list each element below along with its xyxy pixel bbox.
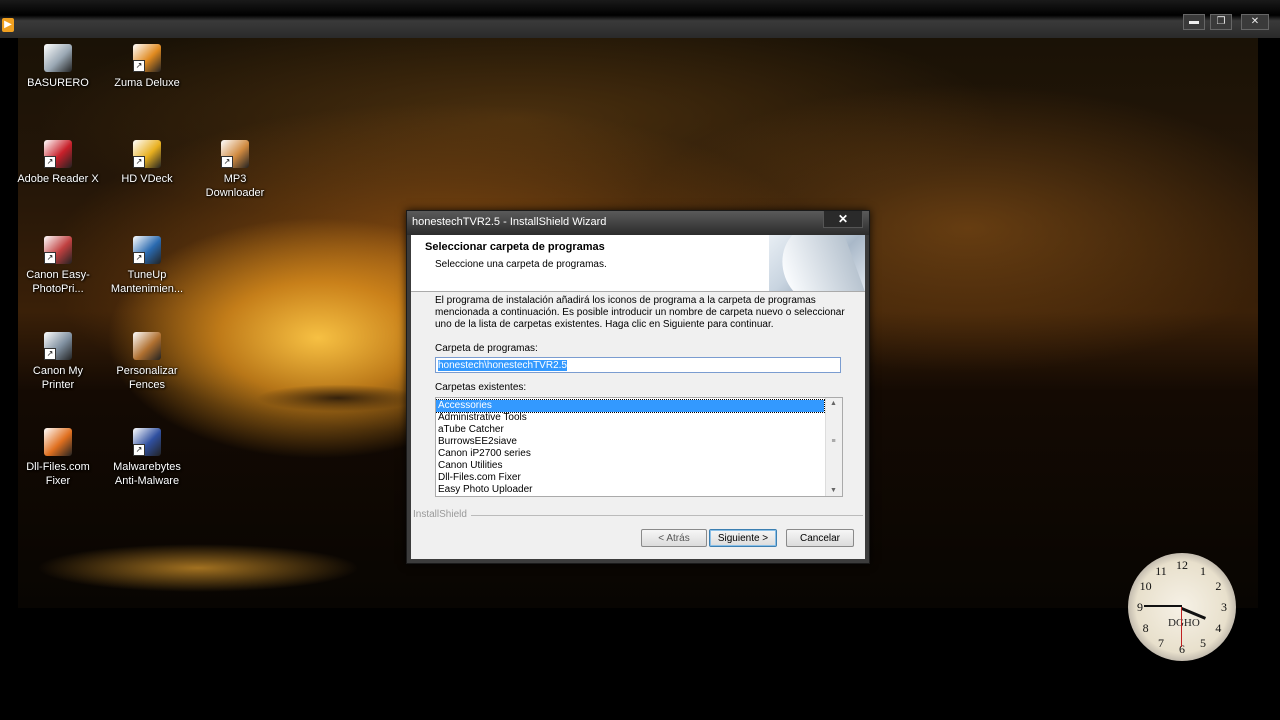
folders-scrollbar[interactable]: ▲ ≡ ▼ <box>825 398 842 496</box>
desktop-icon-label: Canon Easy-PhotoPri... <box>26 269 90 295</box>
wizard-title: honestechTVR2.5 - InstallShield Wizard <box>412 216 607 228</box>
folder-list-item[interactable]: Dll-Files.com Fixer <box>436 472 824 484</box>
wizard-header: Seleccionar carpeta de programas Selecci… <box>411 235 865 292</box>
clock-numeral: 3 <box>1221 600 1227 614</box>
dll-files-fixer-icon <box>44 428 72 456</box>
player-app-icon[interactable]: ▶ <box>2 18 14 32</box>
folder-list-item[interactable]: Canon Utilities <box>436 460 824 472</box>
folder-list-item[interactable]: Administrative Tools <box>436 412 824 424</box>
desktop-icon-canon-easy-photoprint[interactable]: ↗ Canon Easy-PhotoPri... <box>14 236 102 296</box>
program-folder-value: honestech\honestechTVR2.5 <box>438 360 567 371</box>
desktop-icon-canon-my-printer[interactable]: ↗ Canon My Printer <box>14 332 102 392</box>
folder-list-item[interactable]: Canon iP2700 series <box>436 448 824 460</box>
program-folder-input[interactable]: honestech\honestechTVR2.5 <box>435 357 841 373</box>
adobe-reader-icon: ↗ <box>44 140 72 168</box>
desktop-icon-label: MP3 Downloader <box>205 173 265 199</box>
malwarebytes-icon: ↗ <box>133 428 161 456</box>
clock-numeral: 6 <box>1179 642 1185 656</box>
fences-icon <box>133 332 161 360</box>
desktop-icon-label: TuneUp Mantenimien... <box>110 269 184 295</box>
clock-numeral: 1 <box>1200 563 1206 578</box>
wizard-step-title: Seleccionar carpeta de programas <box>425 241 605 253</box>
wizard-title-bar[interactable]: honestechTVR2.5 - InstallShield Wizard ✕ <box>407 211 869 235</box>
desktop-icon-label: Malwarebytes Anti-Malware <box>113 461 181 487</box>
clock-numeral: 11 <box>1155 563 1167 578</box>
scroll-up-icon[interactable]: ▲ <box>828 400 839 407</box>
next-button[interactable]: Siguiente > <box>709 529 777 547</box>
scroll-grip-icon[interactable]: ≡ <box>828 438 839 445</box>
existing-folders-label: Carpetas existentes: <box>435 382 527 393</box>
desktop-icon-malwarebytes[interactable]: ↗ Malwarebytes Anti-Malware <box>103 428 191 488</box>
desktop-icon-adobe-reader[interactable]: ↗ Adobe Reader X <box>14 140 102 186</box>
clock-numeral: 2 <box>1215 579 1222 593</box>
wallpaper-cloud <box>18 528 438 608</box>
program-folder-label: Carpeta de programas: <box>435 343 538 354</box>
canon-easy-photoprint-icon: ↗ <box>44 236 72 264</box>
wizard-close-button[interactable]: ✕ <box>823 211 863 228</box>
minimize-button[interactable]: ▬ <box>1183 14 1205 30</box>
clock-minute-hand <box>1144 605 1182 607</box>
desktop-icon-label: Dll-Files.com Fixer <box>26 461 90 487</box>
wallpaper-cloud <box>248 378 428 418</box>
tuneup-icon: ↗ <box>133 236 161 264</box>
installshield-brand: InstallShield <box>413 509 471 520</box>
existing-folders-list[interactable]: Accessories Administrative Tools aTube Cat… <box>435 397 843 497</box>
screen-bottom <box>0 608 1280 720</box>
desktop-icon-dll-files-fixer[interactable]: Dll-Files.com Fixer <box>14 428 102 488</box>
clock-gadget[interactable]: DGHO 12 1 2 3 4 5 6 7 8 9 10 11 <box>1128 553 1236 661</box>
clock-numeral: 12 <box>1176 558 1188 572</box>
cancel-button[interactable]: Cancelar <box>786 529 854 547</box>
close-button[interactable]: ✕ <box>1241 14 1269 30</box>
zuma-icon: ↗ <box>133 44 161 72</box>
clock-second-hand <box>1181 607 1182 647</box>
wizard-step-subtitle: Seleccione una carpeta de programas. <box>435 259 607 270</box>
clock-numeral: 9 <box>1137 600 1143 614</box>
desktop-icon-fences[interactable]: Personalizar Fences <box>103 332 191 392</box>
clock-numeral: 5 <box>1200 636 1206 651</box>
page-curl-graphic <box>769 235 865 291</box>
hd-vdeck-icon: ↗ <box>133 140 161 168</box>
folder-list-item[interactable]: Easy Photo Uploader <box>436 484 824 496</box>
canon-my-printer-icon: ↗ <box>44 332 72 360</box>
scroll-down-icon[interactable]: ▼ <box>828 487 839 494</box>
desktop-icon-hd-vdeck[interactable]: ↗ HD VDeck <box>103 140 191 186</box>
desktop-icon-basurero[interactable]: BASURERO <box>14 44 102 90</box>
folder-list-item[interactable]: aTube Catcher <box>436 424 824 436</box>
desktop-icon-label: Adobe Reader X <box>17 173 99 185</box>
wizard-client-area: Seleccionar carpeta de programas Selecci… <box>411 235 865 559</box>
wizard-instructions: El programa de instalación añadirá los i… <box>435 295 845 330</box>
desktop-icon-tuneup[interactable]: ↗ TuneUp Mantenimien... <box>103 236 191 296</box>
recycle-bin-icon <box>44 44 72 72</box>
clock-brand: DGHO <box>1168 617 1200 629</box>
player-title-bar: ▶ ▬ ❐ ✕ <box>0 0 1280 38</box>
desktop-icon-zuma[interactable]: ↗ Zuma Deluxe <box>103 44 191 90</box>
folder-list-item[interactable]: BurrowsEE2siave <box>436 436 824 448</box>
desktop-icon-label: Canon My Printer <box>32 365 84 391</box>
mp3-downloader-icon: ↗ <box>221 140 249 168</box>
desktop-icon-label: HD VDeck <box>121 173 173 185</box>
footer-divider <box>413 515 863 516</box>
installshield-wizard-window: honestechTVR2.5 - InstallShield Wizard ✕… <box>406 210 870 564</box>
desktop-icon-mp3-downloader[interactable]: ↗ MP3 Downloader <box>191 140 279 200</box>
desktop-icon-label: Zuma Deluxe <box>114 77 180 89</box>
desktop-icon-label: BASURERO <box>27 77 89 89</box>
folder-list-item[interactable]: Accessories <box>436 399 825 413</box>
back-button[interactable]: < Atrás <box>641 529 707 547</box>
clock-numeral: 4 <box>1215 621 1222 635</box>
clock-numeral: 7 <box>1158 636 1164 651</box>
desktop-icon-label: Personalizar Fences <box>116 365 178 391</box>
maximize-button[interactable]: ❐ <box>1210 14 1232 30</box>
clock-numeral: 8 <box>1142 621 1149 635</box>
clock-numeral: 10 <box>1139 579 1152 593</box>
